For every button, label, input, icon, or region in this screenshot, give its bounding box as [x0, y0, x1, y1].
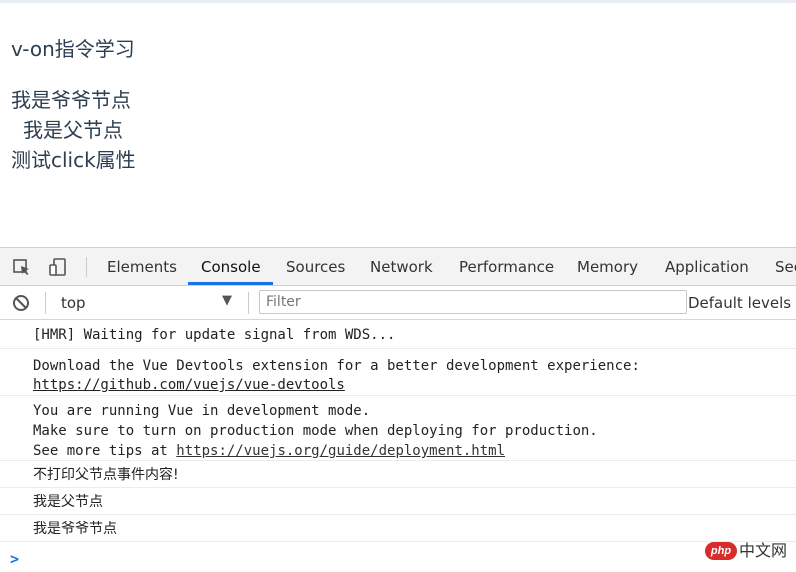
- log-levels-dropdown[interactable]: Default levels ▼: [688, 292, 796, 314]
- inspect-icon[interactable]: [12, 257, 32, 277]
- devtools-panel: Elements Console Sources Network Perform…: [0, 247, 796, 572]
- message-text: 我是父节点: [33, 494, 103, 510]
- message-text: Make sure to turn on production mode whe…: [33, 423, 598, 439]
- vue-devtools-link[interactable]: https://github.com/vuejs/vue-devtools: [33, 375, 345, 395]
- php-logo: php: [705, 542, 737, 560]
- toolbar-divider: [86, 257, 87, 277]
- click-test-node[interactable]: 测试click属性: [11, 148, 136, 172]
- message-text: [HMR] Waiting for update signal from WDS…: [33, 327, 396, 343]
- console-message: You are running Vue in development mode.…: [0, 396, 796, 461]
- filter-input[interactable]: [259, 290, 687, 314]
- tab-security[interactable]: Sec: [775, 248, 796, 285]
- message-text: Download the Vue Devtools extension for …: [33, 358, 640, 374]
- console-message: 不打印父节点事件内容!: [0, 461, 796, 488]
- devtools-tab-bar: Elements Console Sources Network Perform…: [0, 248, 796, 286]
- page-content: v-on指令学习 我是爷爷节点 我是父节点 测试click属性: [0, 3, 796, 247]
- dropdown-arrow-icon[interactable]: ▼: [222, 293, 232, 308]
- page-title: v-on指令学习: [11, 37, 135, 61]
- console-message: 我是父节点: [0, 488, 796, 515]
- console-filter-bar: top ▼ Default levels ▼: [0, 286, 796, 320]
- tab-console[interactable]: Console: [201, 248, 261, 285]
- tab-performance[interactable]: Performance: [459, 248, 554, 285]
- watermark-text: 中文网: [739, 541, 788, 560]
- message-text: 我是爷爷节点: [33, 521, 117, 537]
- device-toggle-icon[interactable]: [48, 257, 68, 277]
- filter-divider: [45, 292, 46, 314]
- context-selector[interactable]: top: [61, 292, 86, 314]
- clear-console-icon[interactable]: [12, 294, 30, 312]
- tab-network[interactable]: Network: [370, 248, 433, 285]
- message-text: You are running Vue in development mode.: [33, 403, 371, 419]
- tab-application[interactable]: Application: [665, 248, 749, 285]
- active-tab-indicator: [188, 282, 273, 285]
- tab-elements[interactable]: Elements: [107, 248, 177, 285]
- message-prefix: See more tips at: [33, 443, 177, 459]
- console-message: [HMR] Waiting for update signal from WDS…: [0, 320, 796, 349]
- tab-memory[interactable]: Memory: [577, 248, 638, 285]
- tab-sources[interactable]: Sources: [286, 248, 345, 285]
- message-text: See more tips at https://vuejs.org/guide…: [33, 441, 505, 461]
- console-message: 我是爷爷节点: [0, 515, 796, 542]
- message-text: 不打印父节点事件内容!: [33, 467, 179, 483]
- parent-node[interactable]: 我是父节点: [23, 118, 123, 142]
- console-output: [HMR] Waiting for update signal from WDS…: [0, 320, 796, 572]
- console-message: Download the Vue Devtools extension for …: [0, 349, 796, 396]
- grandparent-node[interactable]: 我是爷爷节点: [11, 88, 131, 112]
- filter-divider-2: [248, 292, 249, 314]
- prompt-chevron-icon[interactable]: >: [10, 550, 19, 568]
- vue-deployment-link[interactable]: https://vuejs.org/guide/deployment.html: [176, 443, 505, 459]
